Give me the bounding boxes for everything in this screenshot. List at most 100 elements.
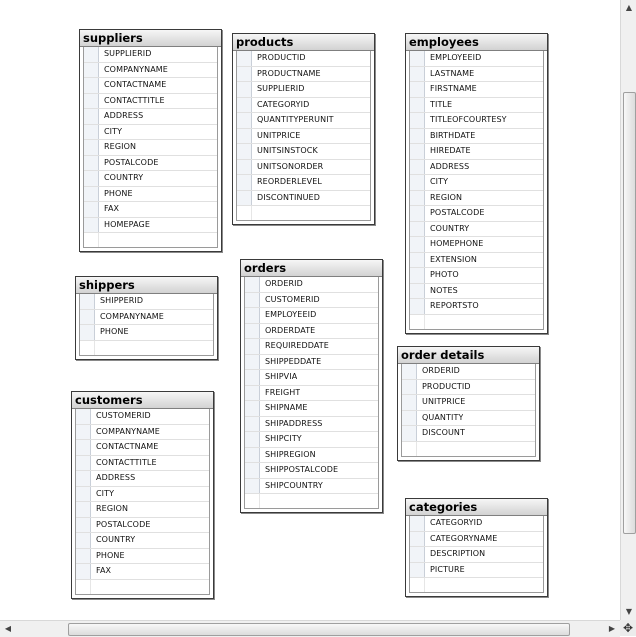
row-selector[interactable]: [410, 283, 425, 298]
column-row[interactable]: COUNTRY: [84, 171, 217, 187]
column-row[interactable]: FREIGHT: [245, 385, 378, 401]
column-row[interactable]: COUNTRY: [410, 221, 543, 237]
empty-column-row[interactable]: [402, 441, 535, 456]
row-selector[interactable]: [410, 128, 425, 143]
column-row[interactable]: CITY: [84, 124, 217, 140]
column-row[interactable]: DISCONTINUED: [237, 190, 370, 206]
row-selector[interactable]: [84, 140, 99, 155]
column-row[interactable]: SUPPLIERID: [237, 82, 370, 98]
row-selector[interactable]: [402, 410, 417, 425]
row-selector[interactable]: [402, 395, 417, 410]
row-selector[interactable]: [245, 370, 260, 385]
table-employees[interactable]: employees EMPLOYEEID LASTNAME FIRSTNAME TITL…: [405, 33, 548, 334]
row-selector[interactable]: [410, 268, 425, 283]
column-row[interactable]: ADDRESS: [84, 109, 217, 125]
row-selector[interactable]: [402, 441, 417, 456]
column-row[interactable]: TITLE: [410, 97, 543, 113]
row-selector[interactable]: [76, 486, 91, 501]
column-row[interactable]: CATEGORYID: [237, 97, 370, 113]
column-row[interactable]: PRODUCTID: [237, 51, 370, 67]
row-selector[interactable]: [76, 409, 91, 424]
table-title[interactable]: employees: [406, 34, 547, 51]
column-row[interactable]: UNITSONORDER: [237, 159, 370, 175]
row-selector[interactable]: [76, 533, 91, 548]
column-row[interactable]: FAX: [76, 564, 209, 580]
column-row[interactable]: ORDERID: [402, 364, 535, 380]
empty-column-row[interactable]: [410, 578, 543, 592]
row-selector[interactable]: [84, 124, 99, 139]
row-selector[interactable]: [76, 579, 91, 594]
row-selector[interactable]: [76, 424, 91, 439]
arrow-left-icon[interactable]: ◀: [0, 621, 16, 637]
arrow-down-icon[interactable]: ▼: [621, 604, 636, 620]
row-selector[interactable]: [76, 517, 91, 532]
row-selector[interactable]: [237, 206, 252, 220]
row-selector[interactable]: [237, 51, 252, 66]
row-selector[interactable]: [76, 455, 91, 470]
column-row[interactable]: COUNTRY: [76, 533, 209, 549]
row-selector[interactable]: [84, 171, 99, 186]
row-selector[interactable]: [80, 325, 95, 340]
column-row[interactable]: UNITSINSTOCK: [237, 144, 370, 160]
table-title[interactable]: shippers: [76, 277, 217, 294]
column-row[interactable]: CITY: [76, 486, 209, 502]
row-selector[interactable]: [84, 202, 99, 217]
column-row[interactable]: PHONE: [76, 548, 209, 564]
row-selector[interactable]: [84, 155, 99, 170]
column-row[interactable]: ORDERID: [245, 277, 378, 293]
table-suppliers[interactable]: suppliers SUPPLIERID COMPANYNAME CONTACTNAM…: [79, 29, 222, 252]
column-row[interactable]: CUSTOMERID: [76, 409, 209, 425]
table-shippers[interactable]: shippers SHIPPERID COMPANYNAME PHONE: [75, 276, 218, 360]
row-selector[interactable]: [84, 217, 99, 232]
row-selector[interactable]: [76, 440, 91, 455]
column-row[interactable]: REGION: [410, 190, 543, 206]
column-row[interactable]: COMPANYNAME: [80, 309, 213, 325]
row-selector[interactable]: [237, 175, 252, 190]
row-selector[interactable]: [245, 432, 260, 447]
empty-column-row[interactable]: [410, 314, 543, 329]
diagram-canvas[interactable]: suppliers SUPPLIERID COMPANYNAME CONTACTNAM…: [0, 0, 620, 620]
row-selector[interactable]: [410, 66, 425, 81]
column-row[interactable]: ADDRESS: [410, 159, 543, 175]
column-row[interactable]: PRODUCTNAME: [237, 66, 370, 82]
empty-column-row[interactable]: [245, 494, 378, 508]
column-row[interactable]: COMPANYNAME: [84, 62, 217, 78]
row-selector[interactable]: [84, 93, 99, 108]
column-row[interactable]: SHIPVIA: [245, 370, 378, 386]
arrow-up-icon[interactable]: ▲: [621, 0, 636, 16]
column-row[interactable]: SHIPCITY: [245, 432, 378, 448]
table-title[interactable]: order details: [398, 347, 539, 364]
row-selector[interactable]: [76, 564, 91, 579]
row-selector[interactable]: [410, 113, 425, 128]
row-selector[interactable]: [245, 463, 260, 478]
column-row[interactable]: POSTALCODE: [410, 206, 543, 222]
row-selector[interactable]: [237, 144, 252, 159]
column-row[interactable]: EXTENSION: [410, 252, 543, 268]
column-row[interactable]: FAX: [84, 202, 217, 218]
row-selector[interactable]: [84, 233, 99, 247]
empty-column-row[interactable]: [80, 340, 213, 355]
empty-column-row[interactable]: [237, 206, 370, 220]
table-categories[interactable]: categories CATEGORYID CATEGORYNAME DESCRIPT…: [405, 498, 548, 597]
column-row[interactable]: TITLEOFCOURTESY: [410, 113, 543, 129]
column-row[interactable]: SHIPCOUNTRY: [245, 478, 378, 494]
column-row[interactable]: CONTACTTITLE: [84, 93, 217, 109]
column-row[interactable]: EMPLOYEEID: [410, 51, 543, 67]
row-selector[interactable]: [84, 78, 99, 93]
column-row[interactable]: COMPANYNAME: [76, 424, 209, 440]
table-orders[interactable]: orders ORDERID CUSTOMERID EMPLOYEEID ORDERDA…: [240, 259, 383, 513]
row-selector[interactable]: [410, 516, 425, 531]
column-row[interactable]: UNITPRICE: [237, 128, 370, 144]
table-products[interactable]: products PRODUCTID PRODUCTNAME SUPPLIERID CA…: [232, 33, 375, 225]
row-selector[interactable]: [410, 252, 425, 267]
row-selector[interactable]: [245, 292, 260, 307]
row-selector[interactable]: [245, 339, 260, 354]
row-selector[interactable]: [410, 531, 425, 546]
column-row[interactable]: CONTACTTITLE: [76, 455, 209, 471]
column-row[interactable]: HOMEPAGE: [84, 217, 217, 233]
table-title[interactable]: categories: [406, 499, 547, 516]
column-row[interactable]: PICTURE: [410, 562, 543, 578]
row-selector[interactable]: [237, 97, 252, 112]
column-row[interactable]: SHIPPEDDATE: [245, 354, 378, 370]
column-row[interactable]: ORDERDATE: [245, 323, 378, 339]
